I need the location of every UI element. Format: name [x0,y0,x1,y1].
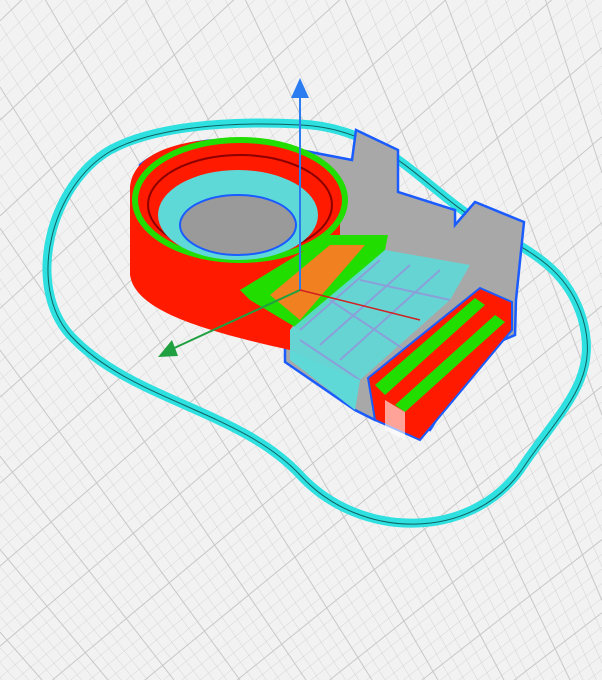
grid-line [0,647,29,680]
grid-line [0,566,95,680]
3d-viewport[interactable] [0,0,602,680]
grid-line [532,626,602,680]
grid-line [588,669,602,680]
grid-line [569,655,602,680]
grid-line [0,0,128,121]
ring-hole [179,194,297,256]
grid-line [0,662,16,680]
grid-line [0,631,43,680]
grid-line [0,394,214,680]
grid-line [292,433,602,680]
grid-line [0,349,241,680]
grid-line [274,417,602,680]
grid-line [565,0,602,116]
z-axis-arrow-icon[interactable] [291,78,309,98]
grid-line [0,0,65,62]
grid-line [585,0,602,54]
grid-line [551,641,602,680]
grid-line [0,303,267,680]
grid-line [525,0,602,228]
grid-line [514,612,602,680]
scene [0,0,602,680]
model [130,128,526,442]
grid-line [0,0,149,140]
grid-line [0,600,69,680]
grid-line [0,372,227,680]
grid-line [458,568,602,680]
grid-line [477,583,602,680]
grid-line [0,0,22,22]
grid-line [0,278,280,680]
grid-line [421,539,602,680]
